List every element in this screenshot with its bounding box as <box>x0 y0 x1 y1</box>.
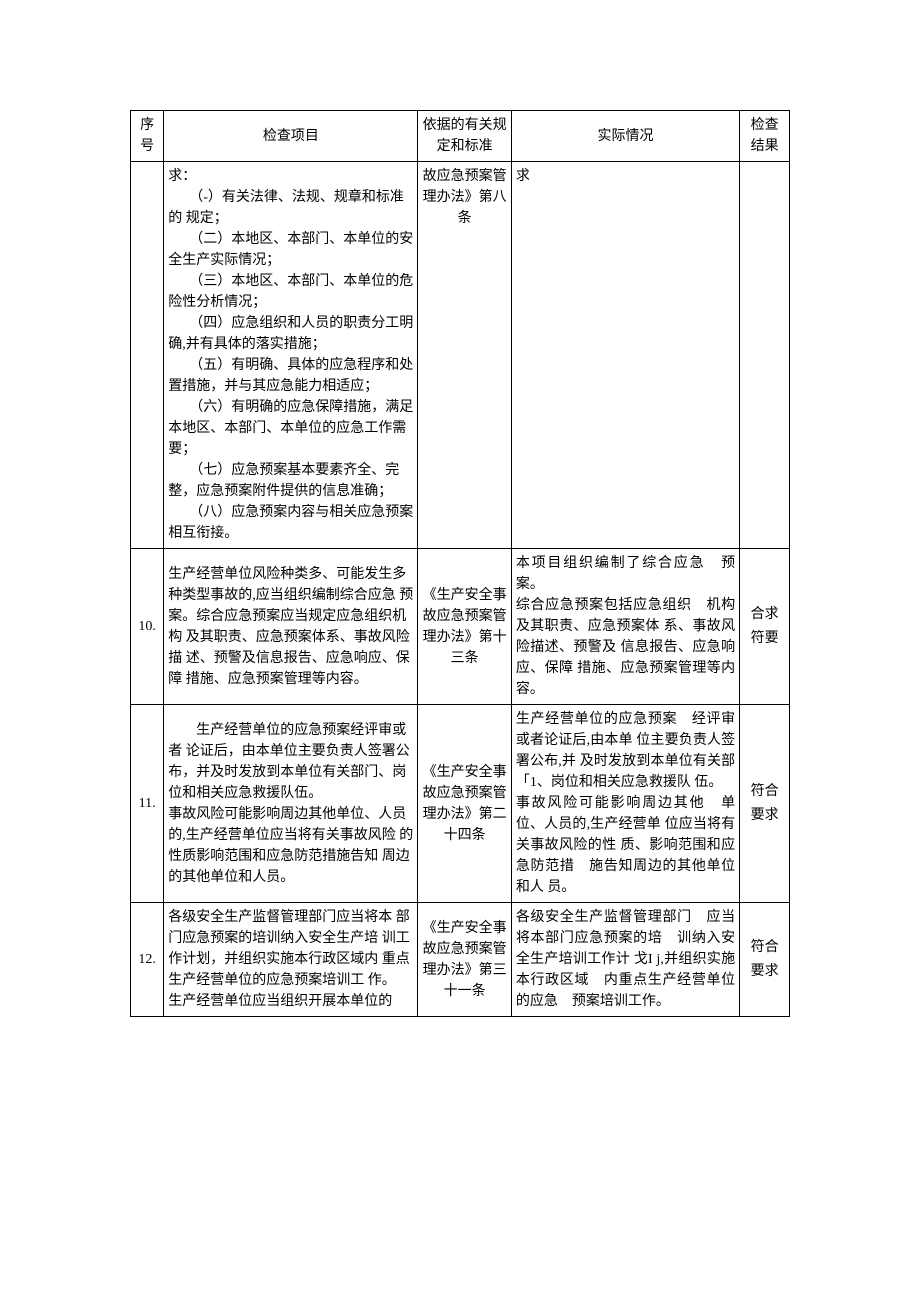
cell-situation: 本项目组织编制了综合应急 预案。 综合应急预案包括应急组织 机构及其职责、应急预… <box>511 549 739 705</box>
header-item: 检查项目 <box>164 111 418 162</box>
cell-situation: 求 <box>511 162 739 549</box>
item-line: （二）本地区、本部门、本单位的安全生产实际情况； <box>168 229 413 271</box>
item-line: （八）应急预案内容与相关应急预案相互衔接。 <box>168 502 413 544</box>
item-line: （七）应急预案基本要素齐全、完整，应急预案附件提供的信息准确； <box>168 460 413 502</box>
cell-basis: 《生产安全事故应急预案管理办法》第二十四条 <box>418 705 511 903</box>
table-header-row: 序号 检查项目 依据的有关规定和标准 实际情况 检查 结果 <box>131 111 790 162</box>
cell-num: 11. <box>131 705 164 903</box>
cell-result: 符合要求 <box>740 705 790 903</box>
item-para: 生产经营单位的应急预案经评审或者 论证后，由本单位主要负责人签署公 布，并及时发… <box>168 720 413 804</box>
cell-situation: 生产经营单位的应急预案 经评审或者论证后,由本单 位主要负责人签署公布,并 及时… <box>511 705 739 903</box>
cell-basis: 《生产安全事故应急预案管理办法》第三十一条 <box>418 903 511 1017</box>
table-row: 11. 生产经营单位的应急预案经评审或者 论证后，由本单位主要负责人签署公 布，… <box>131 705 790 903</box>
cell-basis: 《生产安全事故应急预案管理办法》第十三条 <box>418 549 511 705</box>
table-row: 10. 生产经营单位风险种类多、可能发生多 种类型事故的,应当组织编制综合应急 … <box>131 549 790 705</box>
cell-result: 合求符要 <box>740 549 790 705</box>
item-line: （六）有明确的应急保障措施，满足本地区、本部门、本单位的应急工作需要； <box>168 397 413 460</box>
cell-result <box>740 162 790 549</box>
header-result: 检查 结果 <box>740 111 790 162</box>
cell-result: 符合 要求 <box>740 903 790 1017</box>
header-num: 序号 <box>131 111 164 162</box>
table-row: 12. 各级安全生产监督管理部门应当将本 部门应急预案的培训纳入安全生产培 训工… <box>131 903 790 1017</box>
page-container: 序号 检查项目 依据的有关规定和标准 实际情况 检查 结果 求： （-）有关法律… <box>0 0 920 1117</box>
cell-item: 各级安全生产监督管理部门应当将本 部门应急预案的培训纳入安全生产培 训工作计划，… <box>164 903 418 1017</box>
cell-situation: 各级安全生产监督管理部门 应当将本部门应急预案的培 训纳入安全生产培训工作计 戈… <box>511 903 739 1017</box>
table-row: 求： （-）有关法律、法规、规章和标准的 规定； （二）本地区、本部门、本单位的… <box>131 162 790 549</box>
item-line: （-）有关法律、法规、规章和标准的 规定； <box>168 187 413 229</box>
cell-num <box>131 162 164 549</box>
item-para: 事故风险可能影响周边其他单位、人员 的,生产经营单位应当将有关事故风险 的性质影… <box>168 804 413 888</box>
item-line: （四）应急组织和人员的职责分工明 确,并有具体的落实措施； <box>168 313 413 355</box>
item-line: 求： <box>168 166 413 187</box>
cell-basis: 故应急预案管理办法》第八条 <box>418 162 511 549</box>
cell-item: 求： （-）有关法律、法规、规章和标准的 规定； （二）本地区、本部门、本单位的… <box>164 162 418 549</box>
header-situation: 实际情况 <box>511 111 739 162</box>
cell-num: 10. <box>131 549 164 705</box>
inspection-table: 序号 检查项目 依据的有关规定和标准 实际情况 检查 结果 求： （-）有关法律… <box>130 110 790 1017</box>
cell-num: 12. <box>131 903 164 1017</box>
item-line: （三）本地区、本部门、本单位的危险性分析情况； <box>168 271 413 313</box>
cell-item: 生产经营单位的应急预案经评审或者 论证后，由本单位主要负责人签署公 布，并及时发… <box>164 705 418 903</box>
header-basis: 依据的有关规定和标准 <box>418 111 511 162</box>
item-line: （五）有明确、具体的应急程序和处置措施，并与其应急能力相适应； <box>168 355 413 397</box>
cell-item: 生产经营单位风险种类多、可能发生多 种类型事故的,应当组织编制综合应急 预案。综… <box>164 549 418 705</box>
